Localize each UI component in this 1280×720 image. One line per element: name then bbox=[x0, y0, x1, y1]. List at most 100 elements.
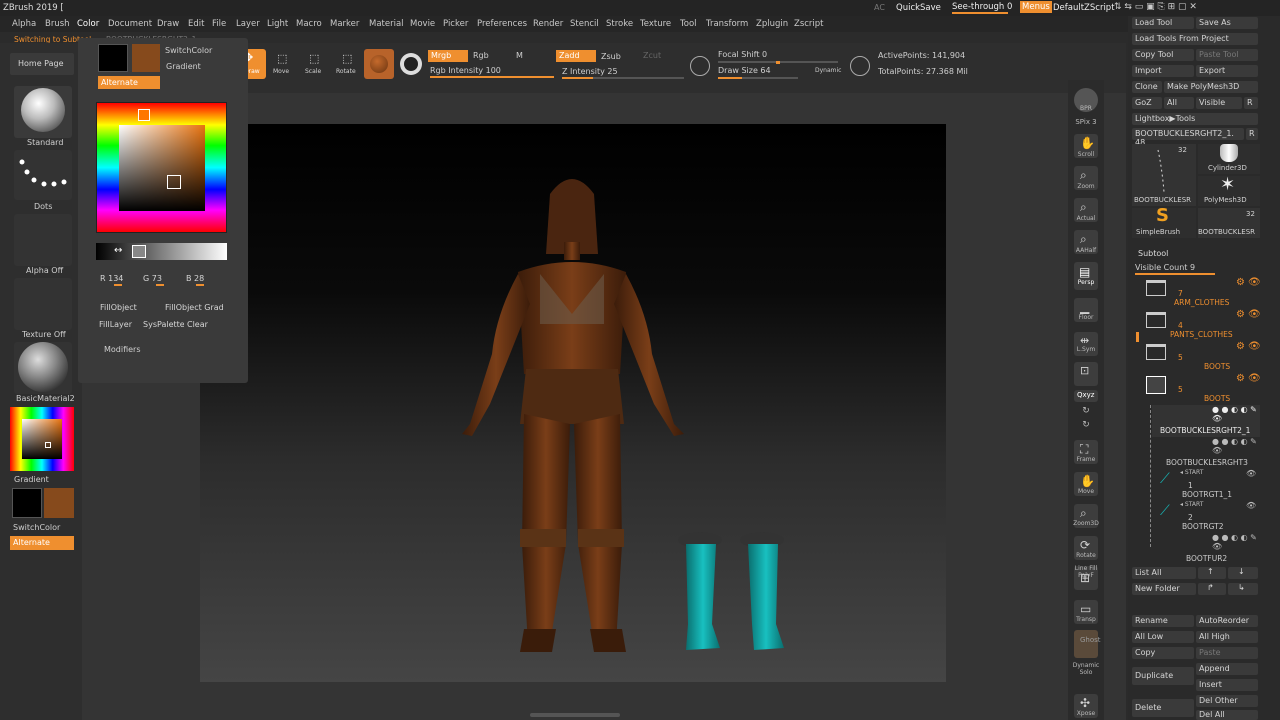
menu-zscript[interactable]: Zscript bbox=[794, 19, 824, 29]
tool-thumb-cylinder3d[interactable]: Cylinder3D bbox=[1198, 144, 1260, 174]
menu-brush[interactable]: Brush bbox=[45, 19, 70, 29]
folder-eye-icon[interactable]: 👁 bbox=[1248, 341, 1261, 352]
popup-secondary-color-swatch[interactable] bbox=[132, 44, 160, 72]
clone-button[interactable]: Clone bbox=[1132, 81, 1162, 93]
paste-tool-button[interactable]: Paste Tool bbox=[1196, 49, 1258, 61]
clear-button[interactable]: Clear bbox=[184, 318, 227, 332]
fillobject-grad-button[interactable]: FillObject Grad bbox=[162, 301, 227, 315]
all-low-button[interactable]: All Low bbox=[1132, 631, 1194, 643]
qxyz-toggle[interactable]: Qxyz bbox=[1074, 390, 1098, 402]
rotate-mode-button[interactable]: ⬚ Rotate bbox=[334, 52, 360, 80]
menu-macro[interactable]: Macro bbox=[296, 19, 322, 29]
subtool-visibility-icon[interactable]: 👁 bbox=[1246, 501, 1256, 510]
menu-color[interactable]: Color bbox=[77, 19, 99, 29]
blue-value[interactable]: B 28 bbox=[186, 274, 204, 283]
tool-thumb-bootbucklesr-2[interactable]: 32 BOOTBUCKLESR bbox=[1198, 208, 1260, 238]
menu-alpha[interactable]: Alpha bbox=[12, 19, 36, 29]
z-intensity-slider[interactable]: Z Intensity 25 bbox=[562, 67, 618, 76]
subtool-header[interactable]: Subtool bbox=[1130, 247, 1280, 259]
menu-stroke[interactable]: Stroke bbox=[606, 19, 633, 29]
rgb-intensity-slider[interactable]: Rgb Intensity 100 bbox=[430, 66, 501, 75]
texture-thumbnail[interactable] bbox=[14, 278, 72, 330]
insert-button[interactable]: Insert bbox=[1196, 679, 1258, 691]
subtool-item-bootfur2[interactable]: ● ● ◐ ◐ ✎ 👁 BOOTFUR2 bbox=[1152, 533, 1260, 565]
rotate-z-icon[interactable]: ↻ bbox=[1068, 420, 1104, 430]
subtool-visibility-icon[interactable]: ● ● ◐ ◐ ✎ 👁 bbox=[1212, 437, 1260, 455]
subtool-folder-pants-clothes[interactable]: 4 PANTS_CLOTHES ⚙ 👁 bbox=[1140, 309, 1261, 341]
boots-subtool[interactable] bbox=[678, 532, 784, 650]
quicksave-button[interactable]: QuickSave bbox=[896, 3, 941, 13]
export-button[interactable]: Export bbox=[1196, 65, 1258, 77]
visible-count-slider[interactable]: Visible Count 9 bbox=[1135, 263, 1195, 272]
menu-zplugin[interactable]: Zplugin bbox=[756, 19, 788, 29]
load-tool-button[interactable]: Load Tool bbox=[1132, 17, 1194, 29]
tool-r-button[interactable]: R bbox=[1246, 128, 1258, 140]
texture-slot[interactable] bbox=[400, 53, 422, 75]
menu-texture[interactable]: Texture bbox=[640, 19, 671, 29]
spix-slider[interactable]: SPix 3 bbox=[1068, 118, 1104, 126]
copy-subtool-button[interactable]: Copy bbox=[1132, 647, 1194, 659]
subtool-folder-boots-open[interactable]: 5 BOOTS ⚙ 👁 bbox=[1140, 373, 1261, 405]
seethrough-track[interactable] bbox=[952, 12, 1008, 14]
menu-edit[interactable]: Edit bbox=[188, 19, 204, 29]
popup-main-color-swatch[interactable] bbox=[98, 44, 128, 72]
model-render[interactable] bbox=[200, 124, 946, 682]
menu-stencil[interactable]: Stencil bbox=[570, 19, 599, 29]
alpha-thumbnail[interactable] bbox=[14, 214, 72, 266]
rgb-values-row[interactable]: R 134 G 73 B 28 bbox=[96, 271, 227, 288]
subtool-item-bootrgt1-1[interactable]: ⟋ ◂ START 👁 1 BOOTRGT1_1 bbox=[1152, 469, 1260, 501]
red-value[interactable]: R 134 bbox=[100, 274, 123, 283]
save-as-button[interactable]: Save As bbox=[1196, 17, 1258, 29]
saturation-cursor[interactable] bbox=[167, 175, 181, 189]
focal-shift-slider[interactable]: Focal Shift 0 bbox=[718, 50, 767, 59]
del-all-button[interactable]: Del All bbox=[1196, 710, 1258, 720]
scale-mode-button[interactable]: ⬚ Scale bbox=[302, 52, 326, 80]
menu-render[interactable]: Render bbox=[533, 19, 563, 29]
menu-document[interactable]: Document bbox=[108, 19, 152, 29]
syspalette-button[interactable]: SysPalette bbox=[140, 318, 185, 332]
stroke-thumbnail[interactable] bbox=[14, 150, 72, 200]
menu-picker[interactable]: Picker bbox=[443, 19, 468, 29]
secondary-color-swatch[interactable] bbox=[44, 488, 74, 518]
tool-thumb-bootbucklesr[interactable]: 32 BOOTBUCKLESR bbox=[1132, 144, 1196, 206]
menus-toggle[interactable]: Menus bbox=[1020, 1, 1052, 13]
menu-marker[interactable]: Marker bbox=[330, 19, 359, 29]
character-figure[interactable] bbox=[462, 179, 684, 652]
delete-button[interactable]: Delete bbox=[1132, 699, 1194, 717]
folder-eye-icon[interactable]: 👁 bbox=[1248, 277, 1261, 288]
paste-subtool-button[interactable]: Paste bbox=[1196, 647, 1258, 659]
goz-r-button[interactable]: R bbox=[1244, 97, 1258, 109]
subtool-item-bootbucklesrght2-1[interactable]: ● ● ◐ ◐ ✎ 👁 BOOTBUCKLESRGHT2_1 bbox=[1152, 405, 1260, 437]
folder-eye-icon[interactable]: 👁 bbox=[1248, 373, 1261, 384]
goz-button[interactable]: GoZ bbox=[1132, 97, 1162, 109]
popup-alternate-button[interactable]: Alternate bbox=[98, 76, 160, 89]
subtool-item-bootbucklesrght3[interactable]: ● ● ◐ ◐ ✎ 👁 BOOTBUCKLESRGHT3 bbox=[1152, 437, 1260, 469]
lock-button[interactable]: ⊡ bbox=[1074, 362, 1098, 386]
duplicate-button[interactable]: Duplicate bbox=[1132, 667, 1194, 685]
menu-tool[interactable]: Tool bbox=[680, 19, 697, 29]
left-color-picker[interactable] bbox=[10, 407, 74, 471]
subtool-visibility-icon[interactable]: ● ● ◐ ◐ ✎ 👁 bbox=[1212, 533, 1260, 551]
switchcolor-label[interactable]: SwitchColor bbox=[13, 523, 60, 532]
tool-thumb-polymesh3d[interactable]: ✶ PolyMesh3D bbox=[1198, 174, 1260, 206]
draw-size-slider[interactable]: Draw Size 64 bbox=[718, 66, 771, 75]
menu-draw[interactable]: Draw bbox=[157, 19, 179, 29]
solo-label[interactable]: Dynamic Solo bbox=[1068, 662, 1104, 676]
home-page-button[interactable]: Home Page bbox=[10, 53, 74, 75]
z-intensity-track[interactable] bbox=[562, 77, 684, 79]
value-slider[interactable]: ↔ bbox=[96, 243, 227, 260]
subtool-visibility-icon[interactable]: 👁 bbox=[1246, 469, 1256, 478]
material-slot[interactable] bbox=[364, 49, 394, 79]
move-down-button[interactable]: ↓ bbox=[1228, 567, 1258, 579]
make-polymesh-button[interactable]: Make PolyMesh3D bbox=[1164, 81, 1258, 93]
copy-tool-button[interactable]: Copy Tool bbox=[1132, 49, 1194, 61]
modifiers-section[interactable]: Modifiers bbox=[104, 345, 141, 354]
rotate-y-icon[interactable]: ↻ bbox=[1068, 406, 1104, 416]
focal-shift-icon[interactable] bbox=[690, 56, 710, 76]
zadd-toggle[interactable]: Zadd bbox=[556, 50, 596, 62]
visible-count-track[interactable] bbox=[1135, 273, 1215, 275]
subtool-folder-arm-clothes[interactable]: 7 ARM_CLOTHES ⚙ 👁 bbox=[1140, 277, 1261, 309]
load-tools-from-project-button[interactable]: Load Tools From Project bbox=[1132, 33, 1258, 45]
menu-material[interactable]: Material bbox=[369, 19, 404, 29]
goz-all-button[interactable]: All bbox=[1164, 97, 1194, 109]
